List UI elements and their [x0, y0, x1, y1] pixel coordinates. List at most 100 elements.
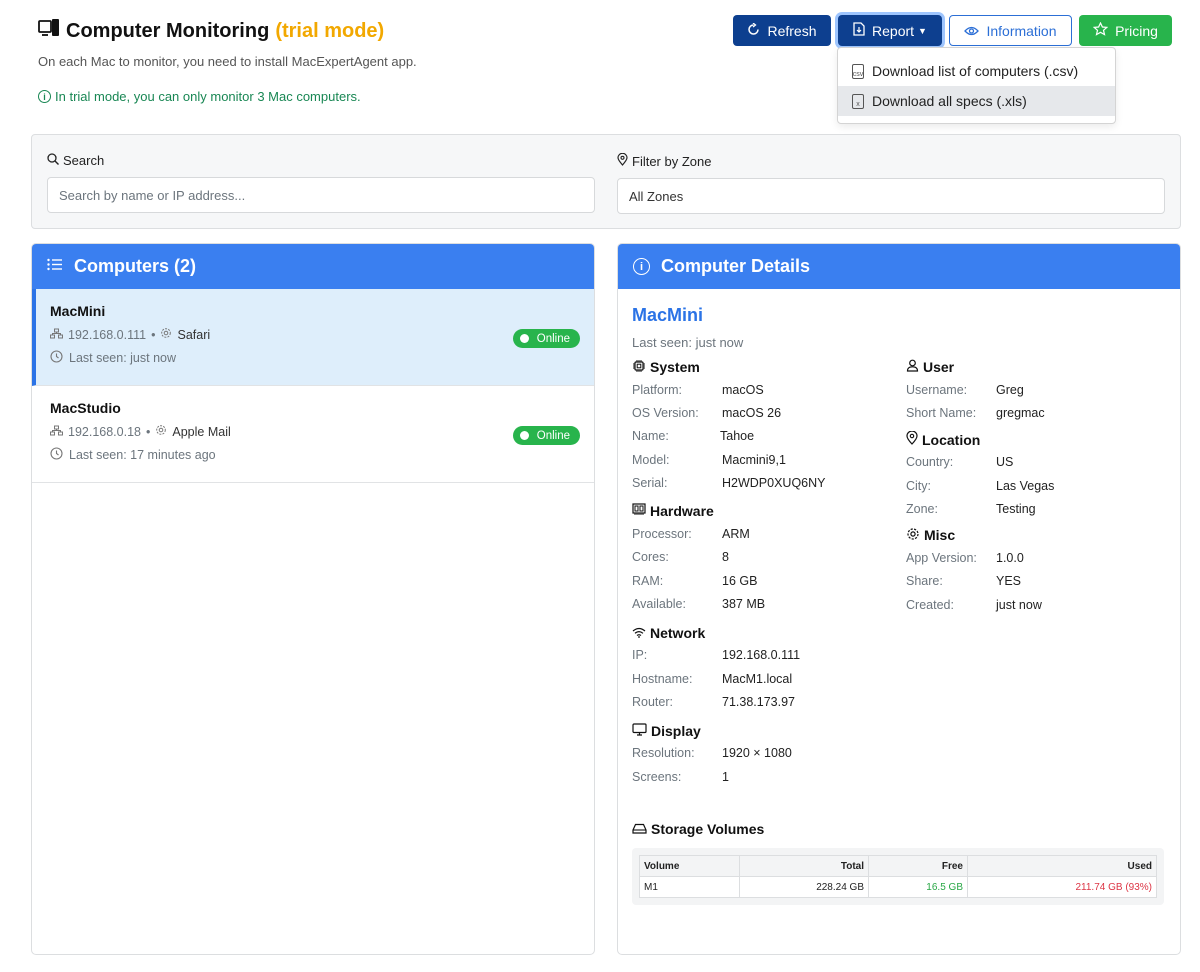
last-seen-text: Last seen: just now [69, 351, 177, 365]
hardware-title-text: Hardware [650, 503, 714, 520]
field-value: Testing [996, 501, 1036, 516]
field-label: IP: [632, 648, 648, 663]
computer-list-item[interactable]: MacMini 192.168.0.111 • Safari Last seen… [32, 289, 594, 386]
used-cell: 211.74 GB (93%) [967, 876, 1157, 898]
computers-panel-header: Computers (2) [32, 244, 594, 289]
last-seen-text: Last seen: 17 minutes ago [69, 448, 216, 462]
trial-mode-label: (trial mode) [275, 19, 385, 42]
field-label: Platform: [632, 382, 683, 397]
details-panel-header: i Computer Details [618, 244, 1180, 289]
map-pin-icon [617, 152, 628, 169]
zone-select[interactable]: All Zones [617, 178, 1165, 214]
field-label: App Version: [906, 551, 977, 566]
refresh-button[interactable]: Refresh [733, 15, 831, 46]
field-label: Serial: [632, 475, 668, 490]
storage-title-text: Storage Volumes [651, 821, 765, 837]
trial-note-text: In trial mode, you can only monitor 3 Ma… [55, 89, 361, 104]
pricing-button[interactable]: Pricing [1079, 15, 1172, 46]
search-input[interactable] [47, 177, 595, 213]
computer-last-seen: Last seen: 17 minutes ago [50, 447, 578, 463]
field-label: OS Version: [632, 405, 699, 420]
network-icon [50, 328, 63, 342]
trial-note: i In trial mode, you can only monitor 3 … [38, 89, 417, 104]
cpu-icon [632, 359, 646, 376]
computer-icon [38, 18, 60, 44]
download-xls-label: Download all specs (.xls) [872, 93, 1027, 109]
storage-table-header: Volume Total Free Used [639, 855, 1157, 877]
map-pin-icon [906, 430, 918, 448]
field-value: Macmini9,1 [722, 452, 786, 467]
computers-panel-title: Computers (2) [74, 256, 197, 276]
download-csv-menu-item[interactable]: csv Download list of computers (.csv) [838, 56, 1115, 86]
field-label: Hostname: [632, 671, 693, 686]
table-row: M1 228.24 GB 16.5 GB 211.74 GB (93%) [639, 876, 1157, 898]
field-label: RAM: [632, 573, 664, 588]
storage-table: Volume Total Free Used M1 228.24 GB 16.5… [639, 855, 1157, 898]
computer-name: MacStudio [50, 400, 121, 416]
field-label: Country: [906, 455, 954, 470]
information-button[interactable]: Information [949, 15, 1072, 46]
status-text: Online [536, 332, 570, 345]
details-right-column: User Username: Greg Short Name: gregmac Lo… [906, 356, 1166, 616]
status-badge: Online [512, 426, 580, 445]
meta-separator: • [146, 424, 151, 439]
search-label-text: Search [63, 153, 105, 168]
status-dot-icon [519, 431, 529, 440]
field-value: just now [996, 597, 1042, 612]
user-section-title: User [906, 356, 1166, 378]
user-title-text: User [923, 359, 955, 375]
hard-drive-icon [632, 821, 647, 837]
zone-select-value: All Zones [629, 188, 684, 204]
field-label: Cores: [632, 550, 669, 565]
report-button[interactable]: Report ▼ [838, 15, 942, 46]
wifi-icon [632, 625, 646, 641]
person-icon [906, 359, 919, 375]
computer-details-panel: i Computer Details MacMini Last seen: ju… [617, 243, 1181, 955]
computer-name: MacMini [50, 303, 106, 319]
network-row: Hostname: MacM1.local [632, 667, 892, 690]
download-csv-label: Download list of computers (.csv) [872, 63, 1079, 79]
status-text: Online [536, 429, 570, 442]
misc-row: Created: just now [906, 593, 1166, 616]
clock-icon [50, 447, 63, 463]
field-value: 8 [722, 550, 729, 565]
network-icon [50, 425, 63, 439]
system-row: Model: Macmini9,1 [632, 448, 892, 471]
status-badge: Online [512, 329, 580, 348]
storage-section-title: Storage Volumes [632, 818, 1164, 840]
gear-icon [155, 424, 167, 439]
field-label: Resolution: [632, 746, 695, 761]
network-title-text: Network [650, 624, 706, 641]
column-header: Total [739, 855, 869, 877]
detail-last-seen: Last seen: just now [632, 335, 744, 350]
field-label: Screens: [632, 769, 682, 784]
misc-row: Share: YES [906, 570, 1166, 593]
download-xls-menu-item[interactable]: x Download all specs (.xls) [838, 86, 1115, 116]
details-left-column: System Platform: macOS OS Version: macOS 2… [632, 356, 892, 788]
storage-table-wrapper: Volume Total Free Used M1 228.24 GB 16.5… [632, 848, 1164, 905]
display-row: Screens: 1 [632, 765, 892, 788]
volume-cell: M1 [639, 876, 740, 898]
field-label: Username: [906, 382, 968, 397]
misc-section-title: Misc [906, 524, 1166, 546]
computers-panel: Computers (2) MacMini 192.168.0.111 • Sa… [31, 243, 595, 955]
computer-list-item[interactable]: MacStudio 192.168.0.18 • Apple Mail Last… [32, 386, 594, 483]
field-value: US [996, 455, 1014, 470]
network-row: Router: 71.38.173.97 [632, 690, 892, 713]
refresh-label: Refresh [767, 22, 817, 39]
info-icon: i [38, 90, 51, 103]
field-value: gregmac [996, 405, 1045, 420]
field-value: macOS [722, 382, 764, 397]
field-value: 1 [722, 769, 729, 784]
search-label: Search [47, 153, 595, 168]
page-header: Computer Monitoring (trial mode) On each… [38, 18, 417, 104]
hardware-row: RAM: 16 GB [632, 569, 892, 592]
field-label: Router: [632, 694, 673, 709]
report-dropdown-menu: csv Download list of computers (.csv) x … [837, 47, 1116, 124]
zone-label-text: Filter by Zone [632, 153, 712, 169]
page-title: Computer Monitoring (trial mode) [38, 18, 417, 44]
field-value: 192.168.0.111 [722, 648, 801, 663]
hardware-row: Cores: 8 [632, 546, 892, 569]
field-value: 1.0.0 [996, 551, 1024, 566]
pricing-label: Pricing [1115, 22, 1158, 39]
